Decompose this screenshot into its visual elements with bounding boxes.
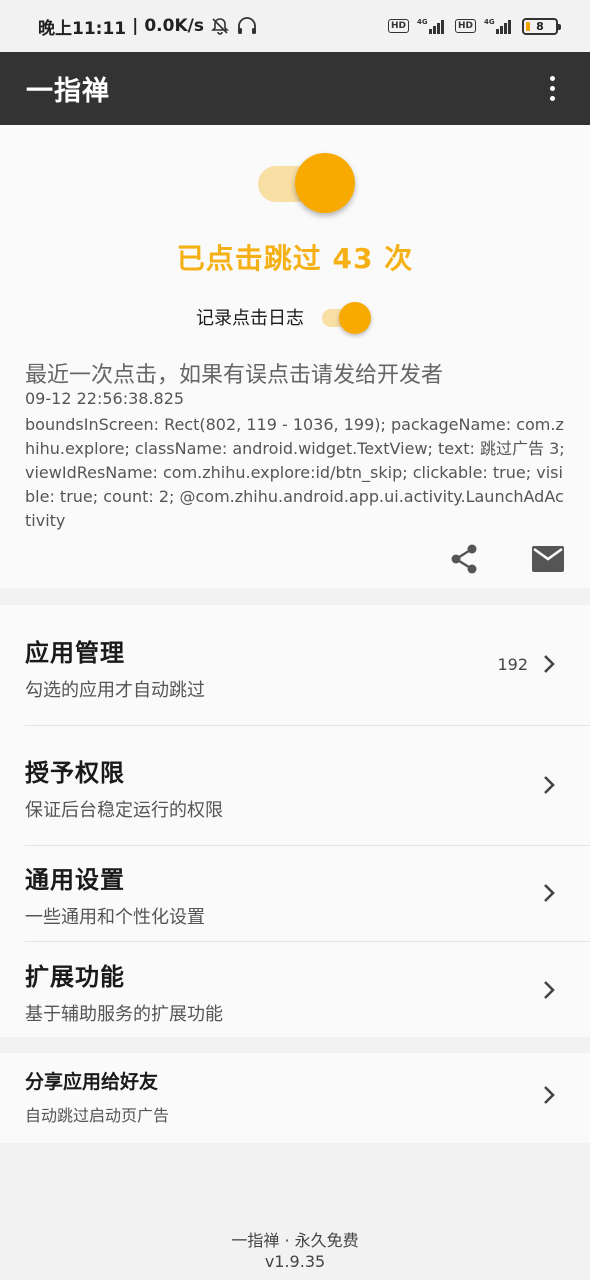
menu-dot <box>549 96 555 101</box>
svg-text:4G: 4G <box>417 18 428 26</box>
chevron-right-icon <box>544 981 555 999</box>
more-vert-icon[interactable] <box>540 69 564 109</box>
chevron-right-icon <box>544 1086 555 1104</box>
status-right: HD 4G HD 4G 8 <box>387 17 561 35</box>
status-separator: | <box>132 16 139 36</box>
log-toggle-label: 记录点击日志 <box>196 308 304 329</box>
mail-icon[interactable] <box>531 545 565 573</box>
toggle-thumb <box>295 153 355 213</box>
chevron-right-icon <box>544 655 555 673</box>
click-count-text: 已点击跳过 43 次 <box>176 242 414 275</box>
status-time: 晚上11:11 <box>38 18 127 39</box>
menu-item-subtitle: 一些通用和个性化设置 <box>25 907 205 928</box>
menu-card: 应用管理 勾选的应用才自动跳过 192 授予权限 保证后台稳定运行的权限 通用设… <box>0 605 590 1037</box>
battery-level <box>526 21 530 31</box>
menu-item-title: 扩展功能 <box>25 963 125 991</box>
app-title: 一指禅 <box>26 76 110 107</box>
status-bar: 晚上11:11 | 0.0K/s HD 4G HD 4G 8 <box>0 0 590 52</box>
menu-item-subtitle: 基于辅助服务的扩展功能 <box>25 1004 223 1025</box>
status-left: 晚上11:11 | 0.0K/s <box>38 14 258 39</box>
menu-item-extensions[interactable]: 扩展功能 基于辅助服务的扩展功能 <box>0 942 590 1037</box>
battery-icon: 8 <box>522 17 561 35</box>
svg-text:4G: 4G <box>484 18 495 26</box>
menu-item-title: 授予权限 <box>25 759 125 787</box>
menu-item-permissions[interactable]: 授予权限 保证后台稳定运行的权限 <box>0 726 590 845</box>
share-app-item[interactable]: 分享应用给好友 自动跳过启动页广告 <box>0 1053 590 1143</box>
recent-click-detail: boundsInScreen: Rect(802, 119 - 1036, 19… <box>25 415 565 530</box>
toggle-thumb <box>339 302 371 334</box>
menu-item-title: 应用管理 <box>25 639 125 667</box>
app-bar: 一指禅 <box>0 52 590 125</box>
bell-off-icon <box>210 16 230 36</box>
app-count: 192 <box>497 655 528 674</box>
hd-badge-2: HD <box>454 19 476 33</box>
menu-item-general-settings[interactable]: 通用设置 一些通用和个性化设置 <box>0 846 590 941</box>
menu-item-subtitle: 勾选的应用才自动跳过 <box>25 680 205 701</box>
footer-version: v1.9.35 <box>264 1252 326 1271</box>
log-toggle-row: 记录点击日志 <box>196 300 371 334</box>
footer-tagline: 一指禅 · 永久免费 <box>231 1231 359 1250</box>
headset-icon <box>236 16 258 36</box>
recent-click-title: 最近一次点击，如果有误点击请发给开发者 <box>25 363 444 388</box>
menu-item-title: 通用设置 <box>25 866 125 894</box>
battery-percent: 8 <box>536 19 544 33</box>
net-speed: 0.0K/s <box>144 16 204 36</box>
menu-dot <box>549 86 555 91</box>
share-app-title: 分享应用给好友 <box>25 1071 159 1093</box>
chevron-right-icon <box>544 884 555 902</box>
menu-item-subtitle: 保证后台稳定运行的权限 <box>25 800 223 821</box>
signal-icon-2: 4G <box>484 17 514 35</box>
share-icon[interactable] <box>448 543 480 575</box>
log-toggle-switch[interactable] <box>322 300 371 334</box>
chevron-right-icon <box>544 776 555 794</box>
hd-badge: HD <box>387 19 409 33</box>
recent-click-time: 09-12 22:56:38.825 <box>25 389 185 408</box>
main-service-toggle[interactable] <box>258 153 356 215</box>
status-card: 已点击跳过 43 次 记录点击日志 最近一次点击，如果有误点击请发给开发者 09… <box>0 125 590 588</box>
menu-item-app-management[interactable]: 应用管理 勾选的应用才自动跳过 192 <box>0 605 590 725</box>
menu-dot <box>549 76 555 81</box>
signal-icon: 4G <box>417 17 447 35</box>
share-app-subtitle: 自动跳过启动页广告 <box>25 1106 170 1125</box>
